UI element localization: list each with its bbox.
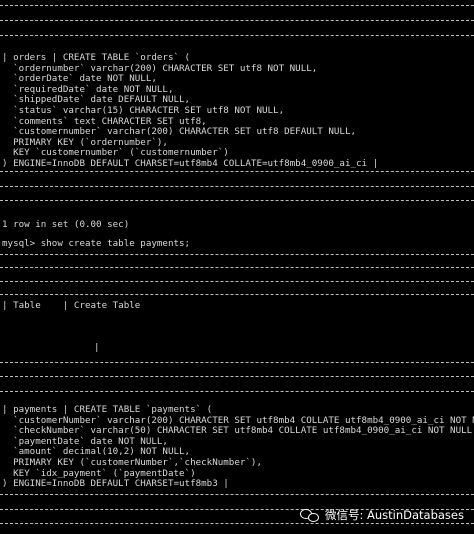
terminal-window[interactable]: | orders | CREATE TABLE `orders` ( `orde…	[0, 0, 474, 534]
table-border	[0, 267, 474, 269]
orders-row-count: 1 row in set (0.00 sec)	[2, 219, 130, 230]
watermark-text: 微信号: AustinDatabases	[324, 507, 464, 522]
table-border	[0, 5, 474, 7]
table-border	[0, 200, 474, 202]
table-border	[0, 294, 474, 296]
table-border	[0, 376, 474, 378]
table-border	[0, 171, 474, 173]
ddl-line: ) ENGINE=InnoDB DEFAULT CHARSET=utf8mb3 …	[2, 478, 229, 490]
table-border	[0, 494, 474, 496]
mysql-prompt[interactable]: mysql> show create table payments;	[2, 238, 190, 250]
table-border	[0, 281, 474, 283]
wechat-watermark: 微信号: AustinDatabases	[299, 506, 464, 524]
ddl-line: ) ENGINE=InnoDB DEFAULT CHARSET=utf8mb4 …	[2, 157, 379, 169]
table-border	[0, 20, 474, 22]
table-border	[0, 35, 474, 37]
table-border	[0, 254, 474, 256]
table-border	[0, 362, 474, 364]
table-border	[0, 186, 474, 188]
table-border	[0, 391, 474, 393]
payments-column-header: | Table | Create Table	[2, 300, 141, 311]
text-cursor: |	[94, 342, 100, 353]
wechat-icon	[299, 508, 320, 523]
